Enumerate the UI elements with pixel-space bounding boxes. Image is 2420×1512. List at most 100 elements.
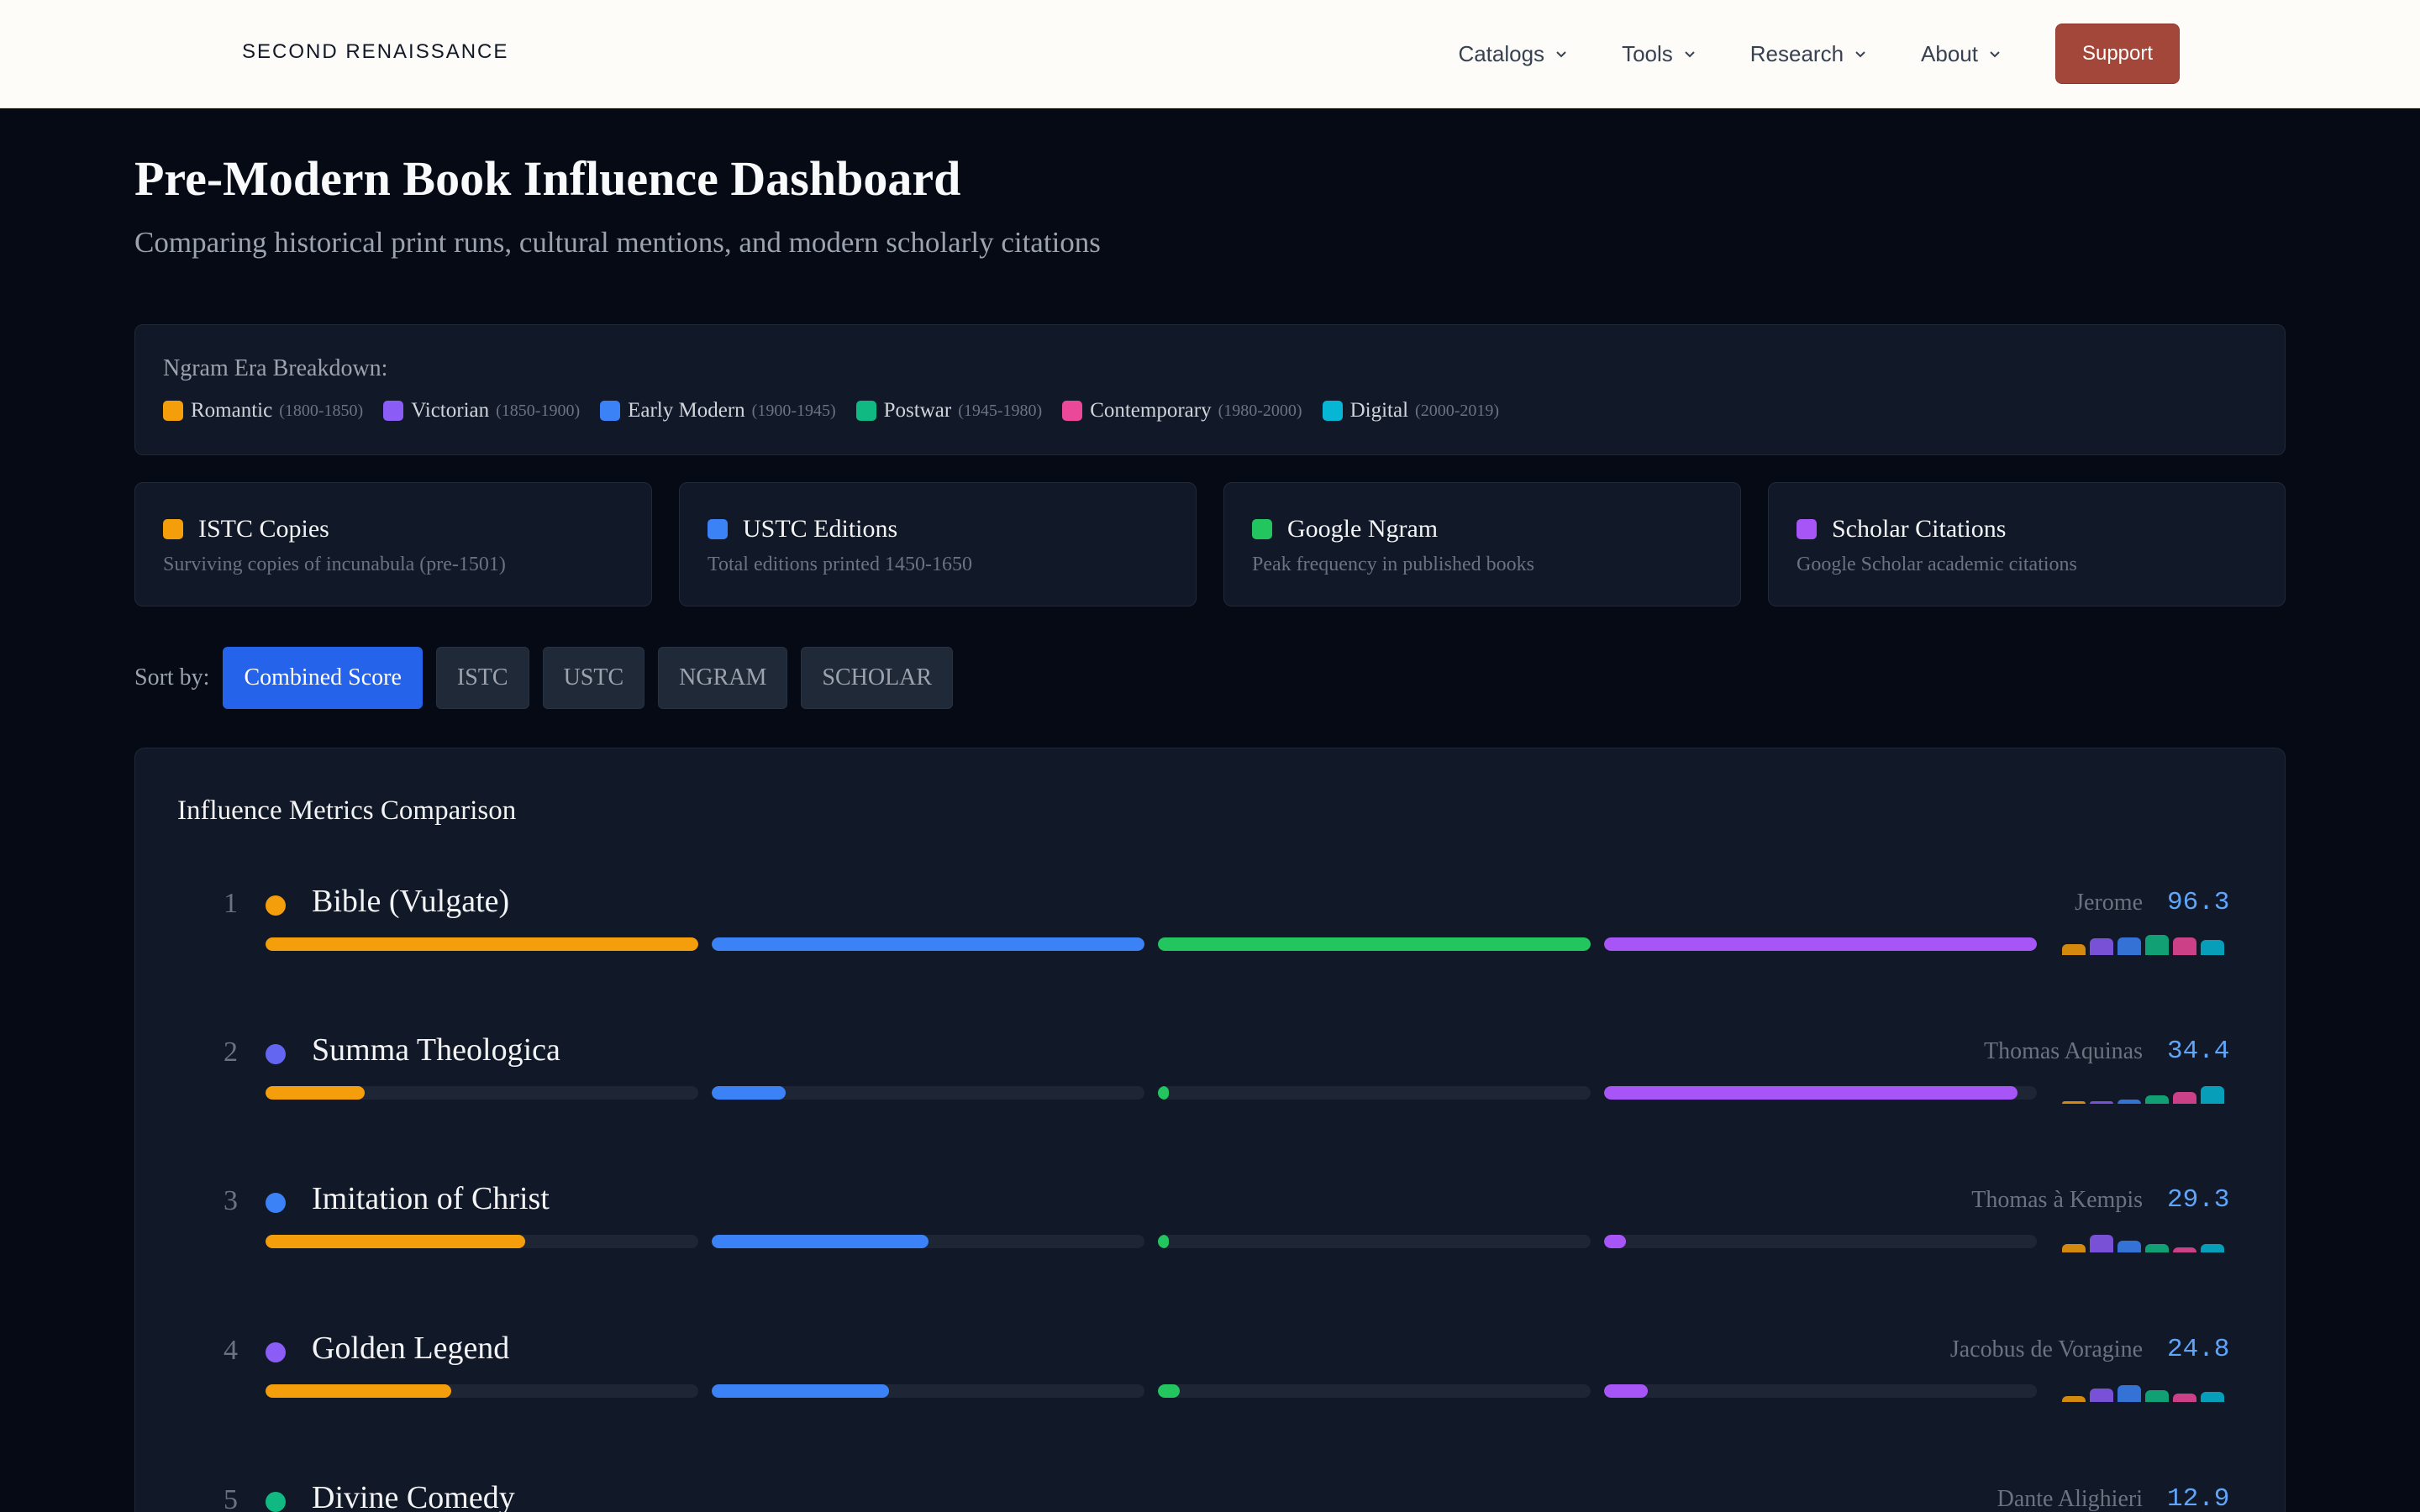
combined-score: 24.8 <box>2167 1335 2230 1364</box>
book-row[interactable]: 2 Summa Theologica Thomas Aquinas 34.4 <box>135 1025 2285 1126</box>
book-title[interactable]: Imitation of Christ <box>312 1180 550 1217</box>
metric-swatch <box>1797 519 1817 539</box>
sort-istc-button[interactable]: ISTC <box>435 647 529 709</box>
scholar-bar-fill <box>1604 937 2037 951</box>
nav-catalogs[interactable]: Catalogs <box>1458 41 1568 67</box>
scholar-bar-fill <box>1604 1384 1648 1398</box>
sort-ustc-button[interactable]: USTC <box>542 647 645 709</box>
book-title[interactable]: Bible (Vulgate) <box>312 883 509 920</box>
metric-title: Google Ngram <box>1287 515 1439 543</box>
era-heading: Ngram Era Breakdown: <box>163 355 388 381</box>
ustc-bar-fill <box>712 1235 929 1248</box>
metric-desc: Google Scholar academic citations <box>1797 554 2077 575</box>
era-item-contemporary: Contemporary (1980-2000) <box>1062 399 1302 423</box>
top-nav: SECOND RENAISSANCE Catalogs Tools Resear… <box>0 0 2420 108</box>
support-button[interactable]: Support <box>2055 24 2180 84</box>
scholar-bar-track <box>1604 937 2037 951</box>
book-title[interactable]: Summa Theologica <box>312 1032 560 1068</box>
book-rank: 3 <box>224 1185 238 1216</box>
metric-title: ISTC Copies <box>198 515 329 543</box>
era-sparkline-bar <box>2062 1396 2086 1402</box>
sort-scholar-button[interactable]: SCHOLAR <box>801 647 954 709</box>
scholar-bar-fill <box>1604 1235 1626 1248</box>
page-title: Pre-Modern Book Influence Dashboard <box>134 151 961 206</box>
era-sparkline-bar <box>2173 1247 2196 1252</box>
ngram-bar-fill <box>1158 1235 1169 1248</box>
sort-label: Sort by: <box>134 664 210 690</box>
era-item-digital: Digital (2000-2019) <box>1322 399 1500 423</box>
era-range: (1800-1850) <box>279 401 364 420</box>
era-sparkline-bar <box>2062 1101 2086 1104</box>
era-name: Postwar <box>883 399 952 422</box>
book-rank: 2 <box>224 1037 238 1068</box>
metric-desc: Surviving copies of incunabula (pre-1501… <box>163 554 506 575</box>
book-title[interactable]: Golden Legend <box>312 1330 509 1367</box>
metric-card-scholar: Scholar Citations Google Scholar academi… <box>1768 482 2286 606</box>
era-range: (2000-2019) <box>1415 401 1500 420</box>
era-sparkline-bar <box>2201 1244 2224 1252</box>
scholar-bar-track <box>1604 1235 2037 1248</box>
book-row[interactable]: 3 Imitation of Christ Thomas à Kempis 29.3 <box>135 1173 2285 1274</box>
ngram-bar-fill <box>1158 1086 1169 1100</box>
era-sparkline-bar <box>2062 1244 2086 1252</box>
era-sparkline-bar <box>2145 935 2169 955</box>
era-name: Victorian <box>411 399 490 422</box>
book-author: Thomas à Kempis <box>1971 1187 2143 1213</box>
book-color-dot <box>266 1193 286 1213</box>
era-name: Contemporary <box>1090 399 1212 422</box>
era-sparkline-bar <box>2118 1100 2141 1104</box>
legend-swatch <box>163 401 183 421</box>
era-sparkline <box>2062 1075 2225 1104</box>
era-legend-list: Romantic (1800-1850) Victorian (1850-190… <box>163 399 1519 423</box>
sort-ngram-button[interactable]: NGRAM <box>658 647 788 709</box>
book-title[interactable]: Divine Comedy <box>312 1479 515 1512</box>
era-sparkline-bar <box>2145 1390 2169 1402</box>
metric-head: Scholar Citations <box>1797 515 2006 543</box>
ustc-bar-fill <box>712 1384 890 1398</box>
metric-head: Google Ngram <box>1252 515 1438 543</box>
era-name: Digital <box>1349 399 1409 422</box>
ngram-bar-fill <box>1158 937 1591 951</box>
era-range: (1945-1980) <box>958 401 1043 420</box>
combined-score: 34.4 <box>2167 1037 2230 1066</box>
metric-desc: Peak frequency in published books <box>1252 554 1534 575</box>
era-item-postwar: Postwar (1945-1980) <box>855 399 1043 423</box>
book-row[interactable]: 4 Golden Legend Jacobus de Voragine 24.8 <box>135 1323 2285 1424</box>
era-sparkline-bar <box>2201 1086 2224 1104</box>
book-rank: 5 <box>224 1484 238 1512</box>
era-sparkline <box>2062 1373 2225 1402</box>
era-sparkline-bar <box>2118 1385 2141 1402</box>
book-author: Dante Alighieri <box>1996 1486 2143 1512</box>
legend-swatch <box>1062 401 1083 421</box>
influence-comparison-panel: Influence Metrics Comparison 1 Bible (Vul… <box>134 748 2286 1512</box>
istc-bar-track <box>266 1235 698 1248</box>
era-name: Romantic <box>191 399 273 422</box>
era-sparkline-bar <box>2118 1241 2141 1252</box>
combined-score: 29.3 <box>2167 1185 2230 1215</box>
era-sparkline <box>2062 927 2225 955</box>
legend-swatch <box>600 401 621 421</box>
istc-bar-track <box>266 937 698 951</box>
book-rank: 1 <box>224 888 238 919</box>
nav-tools[interactable]: Tools <box>1622 41 1697 67</box>
ustc-bar-fill <box>712 1086 786 1100</box>
era-range: (1980-2000) <box>1218 401 1302 420</box>
nav-research[interactable]: Research <box>1750 41 1867 67</box>
ngram-bar-track <box>1158 1235 1591 1248</box>
istc-bar-track <box>266 1086 698 1100</box>
sort-combined-score-button[interactable]: Combined Score <box>223 647 423 709</box>
brand-logo[interactable]: SECOND RENAISSANCE <box>242 40 508 64</box>
book-row[interactable]: 5 Divine Comedy Dante Alighieri 12.9 <box>135 1473 2285 1512</box>
istc-bar-fill <box>266 937 698 951</box>
metric-swatch <box>708 519 728 539</box>
era-sparkline-bar <box>2145 1095 2169 1104</box>
era-item-romantic: Romantic (1800-1850) <box>163 399 363 423</box>
chevron-down-icon <box>1556 51 1566 58</box>
metric-swatch <box>1252 519 1272 539</box>
metric-cards: ISTC Copies Surviving copies of incunabu… <box>134 482 2286 606</box>
istc-bar-fill <box>266 1086 366 1100</box>
book-author: Thomas Aquinas <box>1984 1038 2143 1064</box>
era-breakdown-legend: Ngram Era Breakdown: Romantic (1800-1850… <box>134 324 2286 455</box>
nav-about[interactable]: About <box>1921 41 2002 67</box>
book-row[interactable]: 1 Bible (Vulgate) Jerome 96.3 <box>135 876 2285 977</box>
